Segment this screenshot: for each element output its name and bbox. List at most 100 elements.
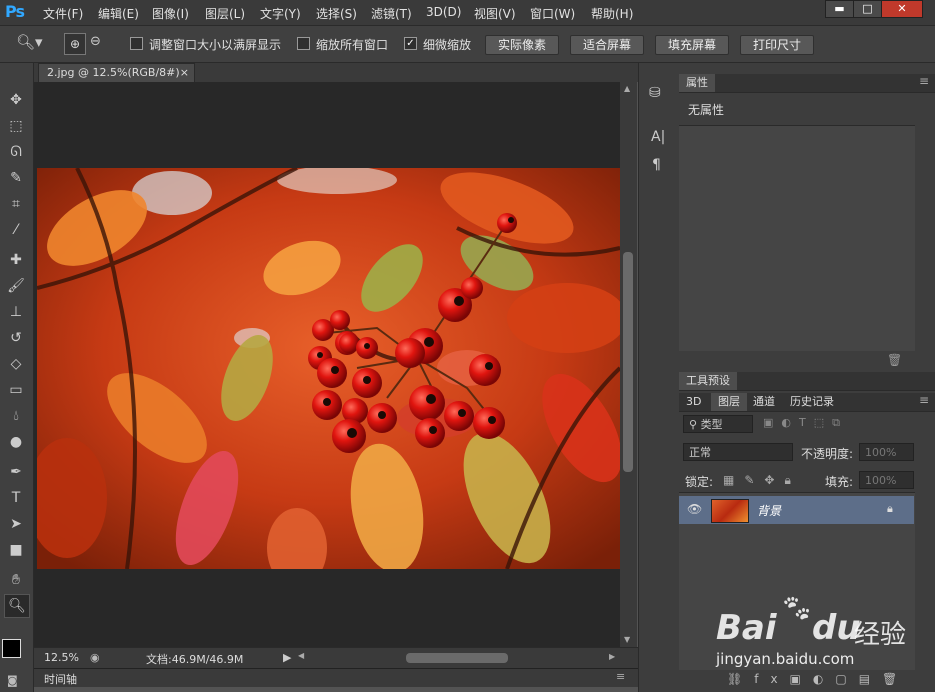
- tab-history[interactable]: 历史记录: [783, 393, 841, 411]
- fit-screen-button[interactable]: 适合屏幕: [570, 35, 644, 55]
- zoom-tool-preset-icon[interactable]: 🔍︎▾: [16, 33, 43, 51]
- properties-tab-bar: 属性 ≡: [679, 74, 935, 93]
- crop-tool-icon[interactable]: ⌗: [4, 193, 28, 215]
- dodge-tool-icon[interactable]: ●: [4, 431, 28, 453]
- zoom-in-icon[interactable]: ⊕: [64, 33, 86, 55]
- pen-tool-icon[interactable]: ✒: [4, 461, 28, 483]
- stamp-tool-icon[interactable]: ⊥: [4, 301, 28, 323]
- layers-footer-icons[interactable]: ⛓fx▣◐▢▤🗑︎: [727, 672, 909, 686]
- opacity-input[interactable]: 100%: [859, 443, 914, 461]
- paw-icon: 🐾︎: [780, 594, 814, 624]
- vertical-scrollbar[interactable]: ▲ ▼: [620, 82, 637, 647]
- visibility-eye-icon[interactable]: 👁︎: [687, 502, 702, 516]
- menu-help[interactable]: 帮助(H): [591, 5, 633, 22]
- resize-windows-checkbox[interactable]: [130, 37, 143, 50]
- horizontal-scroll-thumb[interactable]: [406, 653, 508, 663]
- hand-tool-icon[interactable]: ✋︎: [4, 569, 28, 591]
- quick-select-tool-icon[interactable]: ✎: [4, 167, 28, 189]
- gradient-tool-icon[interactable]: ▭: [4, 379, 28, 401]
- scroll-down-icon[interactable]: ▼: [624, 635, 630, 644]
- document-tab[interactable]: 2.jpg @ 12.5%(RGB/8#) ×: [38, 63, 195, 82]
- fill-screen-button[interactable]: 填充屏幕: [655, 35, 729, 55]
- menu-3d[interactable]: 3D(D): [426, 5, 461, 19]
- quick-mask-icon[interactable]: ◙: [7, 674, 18, 687]
- opacity-label: 不透明度:: [801, 447, 854, 461]
- tools-panel: ✥ ⬚ ᘏ ✎ ⌗ ⁄ ✚ 🖌︎ ⊥ ↺ ◇ ▭ 💧︎ ● ✒ T ➤ ■ ✋︎…: [0, 63, 34, 692]
- eraser-tool-icon[interactable]: ◇: [4, 353, 28, 375]
- zoom-level[interactable]: 12.5%: [44, 651, 79, 664]
- document-size: 文档:46.9M/46.9M: [146, 653, 244, 666]
- tab-layers[interactable]: 图层: [711, 393, 747, 411]
- menu-filter[interactable]: 滤镜(T): [371, 5, 412, 22]
- tab-3d[interactable]: 3D: [679, 393, 708, 411]
- restore-button[interactable]: □: [853, 0, 882, 18]
- character-panel-icon[interactable]: A|: [651, 129, 665, 145]
- menu-type[interactable]: 文字(Y): [260, 5, 301, 22]
- zoom-out-icon[interactable]: ⊖: [90, 34, 101, 49]
- menu-view[interactable]: 视图(V): [474, 5, 516, 22]
- options-bar: 🔍︎▾ ⊕ ⊖ 调整窗口大小以满屏显示 缩放所有窗口 ✓ 细微缩放 实际像素 适…: [0, 26, 935, 63]
- status-arrow-icon[interactable]: ▶: [283, 651, 291, 664]
- close-button[interactable]: ✕: [881, 0, 923, 18]
- tab-properties[interactable]: 属性: [679, 74, 715, 92]
- opacity-value: 100%: [865, 446, 897, 459]
- status-bar: 12.5% ◉ 文档:46.9M/46.9M ▶ ◀ ▶: [34, 647, 638, 669]
- type-tool-icon[interactable]: T: [4, 487, 28, 509]
- tab-channels[interactable]: 通道: [746, 393, 782, 411]
- fill-label: 填充:: [825, 475, 854, 489]
- layers-menu-icon[interactable]: ≡: [919, 393, 929, 407]
- watermark-cn: 经验: [854, 620, 907, 650]
- properties-menu-icon[interactable]: ≡: [919, 74, 929, 88]
- paragraph-panel-icon[interactable]: ¶: [652, 157, 661, 173]
- print-size-button[interactable]: 打印尺寸: [740, 35, 814, 55]
- layer-name[interactable]: 背景: [757, 502, 781, 519]
- layer-filter-dropdown[interactable]: ⚲ 类型: [683, 415, 753, 433]
- tool-presets-tab-bar: 工具预设: [679, 372, 935, 391]
- properties-body: [679, 125, 915, 351]
- brush-tool-icon[interactable]: 🖌︎: [4, 275, 28, 297]
- layer-row-background[interactable]: 👁︎ 背景 🔒︎: [679, 496, 914, 524]
- search-icon: ⚲: [689, 418, 701, 431]
- lasso-tool-icon[interactable]: ᘏ: [4, 141, 28, 163]
- healing-brush-icon[interactable]: ✚: [4, 249, 28, 271]
- foreground-color-swatch[interactable]: [2, 639, 21, 658]
- delete-properties-icon[interactable]: 🗑︎: [887, 353, 902, 367]
- shape-tool-icon[interactable]: ■: [4, 539, 28, 561]
- eyedropper-tool-icon[interactable]: ⁄: [4, 219, 28, 241]
- scroll-up-icon[interactable]: ▲: [624, 84, 630, 93]
- move-tool-icon[interactable]: ✥: [4, 89, 28, 111]
- timeline-panel[interactable]: 时间轴 ≡: [34, 668, 638, 687]
- minimize-button[interactable]: ▬: [825, 0, 854, 18]
- menu-file[interactable]: 文件(F): [43, 5, 83, 22]
- blur-tool-icon[interactable]: 💧︎: [4, 405, 28, 427]
- scrubby-zoom-checkbox[interactable]: ✓: [404, 37, 417, 50]
- zoom-tool-icon[interactable]: 🔍︎: [4, 594, 30, 618]
- blend-mode-dropdown[interactable]: 正常: [683, 443, 793, 461]
- document-image[interactable]: [37, 168, 620, 569]
- layer-filter-icons[interactable]: ▣◐T⬚⧉: [763, 416, 848, 430]
- scroll-right-icon[interactable]: ▶: [609, 652, 615, 661]
- status-menu-icon[interactable]: ◉: [90, 651, 100, 664]
- resize-windows-label: 调整窗口大小以满屏显示: [149, 38, 282, 52]
- close-tab-icon[interactable]: ×: [180, 64, 189, 82]
- vertical-scroll-thumb[interactable]: [623, 252, 633, 472]
- autumn-berries-photo: [37, 168, 620, 569]
- tab-tool-presets[interactable]: 工具预设: [679, 372, 737, 390]
- actual-pixels-button[interactable]: 实际像素: [485, 35, 559, 55]
- path-select-tool-icon[interactable]: ➤: [4, 513, 28, 535]
- menu-layer[interactable]: 图层(L): [205, 5, 245, 22]
- marquee-tool-icon[interactable]: ⬚: [4, 115, 28, 137]
- history-brush-icon[interactable]: ↺: [4, 327, 28, 349]
- menu-window[interactable]: 窗口(W): [530, 5, 575, 22]
- timeline-menu-icon[interactable]: ≡: [616, 670, 625, 683]
- scroll-left-icon[interactable]: ◀: [298, 651, 304, 660]
- menu-select[interactable]: 选择(S): [316, 5, 357, 22]
- fill-input[interactable]: 100%: [859, 471, 914, 489]
- layers-tab-bar: 3D 图层 通道 历史记录 ≡: [679, 393, 935, 412]
- menu-image[interactable]: 图像(I): [152, 5, 189, 22]
- lock-icons[interactable]: ▦✎✥🔒︎: [723, 473, 801, 488]
- tool-presets-icon[interactable]: ⛁: [649, 85, 661, 101]
- zoom-all-checkbox[interactable]: [297, 37, 310, 50]
- lock-label: 锁定:: [685, 475, 714, 489]
- menu-edit[interactable]: 编辑(E): [98, 5, 139, 22]
